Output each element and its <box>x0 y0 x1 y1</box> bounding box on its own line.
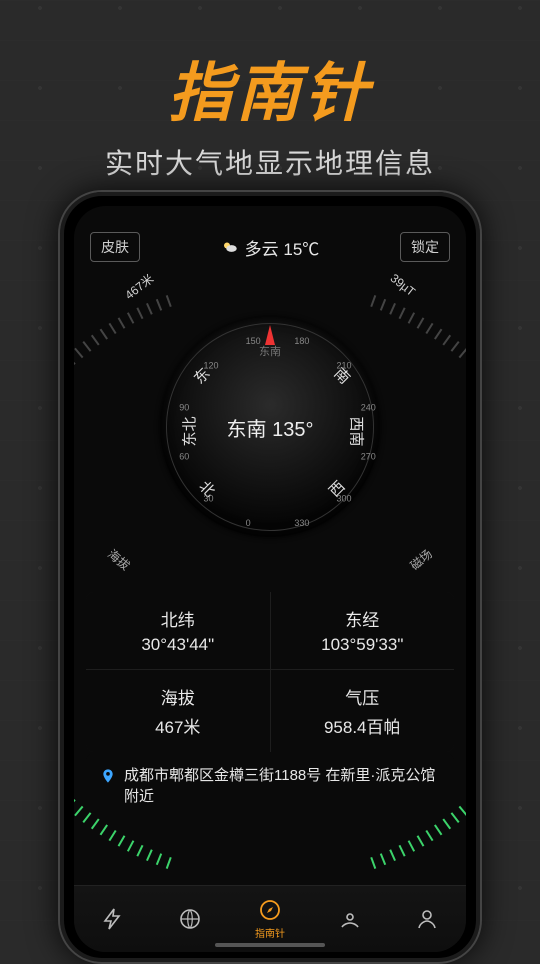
top-bar: 皮肤 多云 15℃ 锁定 <box>74 206 466 262</box>
weather-text: 多云 15℃ <box>245 235 320 260</box>
home-indicator <box>215 943 325 947</box>
globe-icon <box>178 907 202 931</box>
cell-pressure: 气压 958.4百帕 <box>271 670 455 752</box>
map-pin-icon <box>338 907 362 931</box>
bolt-icon <box>101 907 125 931</box>
hero-subtitle: 实时大气地显示地理信息 <box>0 142 540 182</box>
cell-longitude: 东经 103°59'33" <box>271 592 455 669</box>
nav-flash[interactable] <box>101 907 125 931</box>
cell-latitude: 北纬 30°43'44" <box>86 592 270 669</box>
compass[interactable]: 海拔 467米 磁场 39µT 东南 东南 135° 东 南 东北 西南 北 西… <box>85 272 455 582</box>
data-grid: 北纬 30°43'44" 东经 103°59'33" 海拔 467米 气压 95… <box>86 592 454 752</box>
lon-value: 103°59'33" <box>275 635 451 655</box>
nav-compass[interactable]: 指南针 <box>255 898 285 940</box>
phone-screen: 皮肤 多云 15℃ 锁定 海拔 467米 磁场 39µT 东南 东南 135° … <box>74 206 466 952</box>
address-text: 成都市郫都区金樽三街1188号 在新里·派克公馆附近 <box>124 765 440 807</box>
press-value: 958.4百帕 <box>275 713 451 738</box>
alt-label: 海拔 <box>90 684 266 709</box>
nav-globe[interactable] <box>178 907 202 931</box>
lon-label: 东经 <box>275 606 451 631</box>
weather-display: 多云 15℃ <box>221 235 320 260</box>
cardinal-ne: 东北 <box>179 416 200 446</box>
bottom-nav: 指南针 <box>74 885 466 952</box>
lock-button[interactable]: 锁定 <box>400 232 450 262</box>
user-icon <box>415 907 439 931</box>
cloud-icon <box>221 238 239 256</box>
hero-title: 指南针 <box>0 42 540 134</box>
address-row[interactable]: 成都市郫都区金樽三街1188号 在新里·派克公馆附近 <box>86 753 454 819</box>
compass-icon <box>258 898 282 922</box>
compass-dial: 东南 东南 135° 东 南 东北 西南 北 西 90 120 150 180 … <box>160 317 380 537</box>
phone-frame: 皮肤 多云 15℃ 锁定 海拔 467米 磁场 39µT 东南 东南 135° … <box>58 190 482 964</box>
nav-profile[interactable] <box>415 907 439 931</box>
alt-value: 467米 <box>90 713 266 738</box>
lat-value: 30°43'44" <box>90 635 266 655</box>
nav-map[interactable] <box>338 907 362 931</box>
lat-label: 北纬 <box>90 606 266 631</box>
cardinal-sw: 西南 <box>346 416 367 446</box>
location-pin-icon <box>100 767 116 785</box>
press-label: 气压 <box>275 684 451 709</box>
skin-button[interactable]: 皮肤 <box>90 232 140 262</box>
hero-section: 指南针 实时大气地显示地理信息 <box>0 0 540 182</box>
cell-altitude: 海拔 467米 <box>86 670 270 752</box>
nav-compass-label: 指南针 <box>255 925 285 940</box>
